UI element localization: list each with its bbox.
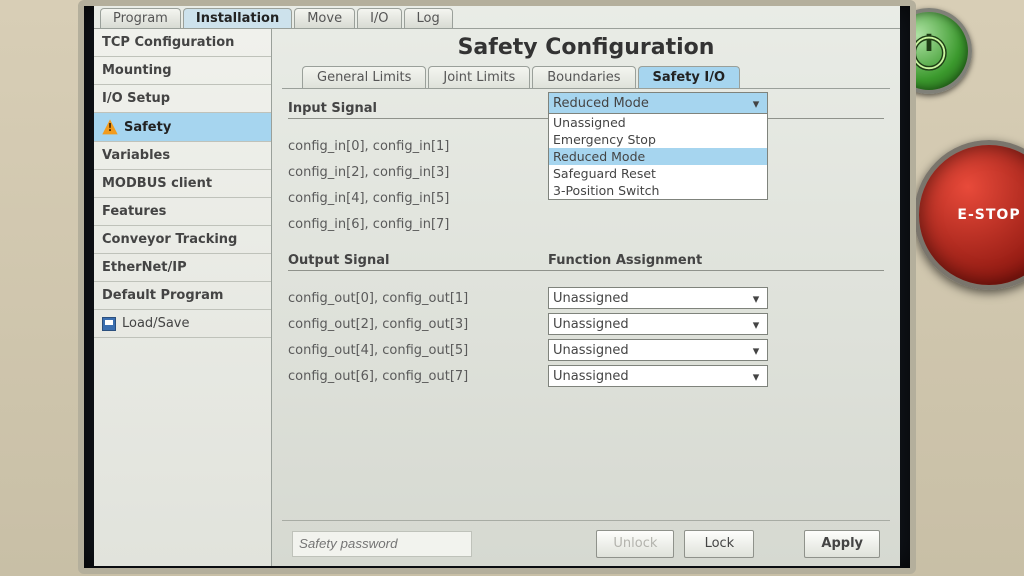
output-signal-label: config_out[4], config_out[5] [288,343,548,358]
dropdown-value: Unassigned [553,291,629,306]
input-signal-label: config_in[0], config_in[1] [288,139,548,154]
output-signal-label: config_out[6], config_out[7] [288,369,548,384]
output-section-header: Output Signal Function Assignment [288,253,884,271]
output-function-dropdown-0[interactable]: Unassigned ▾ [548,287,768,309]
chevron-down-icon: ▾ [748,369,764,385]
output-signal-heading: Output Signal [288,253,548,268]
input-function-dropdown-0[interactable]: Reduced Mode ▾ [548,92,768,114]
chevron-down-icon: ▾ [748,317,764,333]
warning-icon: ! [102,119,118,135]
chevron-down-icon: ▾ [748,291,764,307]
sidebar-item-label: Safety [124,120,171,135]
sidebar-item-safety[interactable]: ! Safety [94,113,271,142]
output-function-heading: Function Assignment [548,253,884,268]
sidebar-item-load-save[interactable]: Load/Save [94,310,271,338]
safety-password-input[interactable] [292,531,472,557]
tab-io[interactable]: I/O [357,8,401,28]
sidebar-item-conveyor-tracking[interactable]: Conveyor Tracking [94,226,271,254]
subtab-safety-io[interactable]: Safety I/O [638,66,740,88]
sidebar-item-tcp-configuration[interactable]: TCP Configuration [94,29,271,57]
sidebar-item-variables[interactable]: Variables [94,142,271,170]
dropdown-value: Unassigned [553,369,629,384]
dropdown-option[interactable]: Unassigned [549,114,767,131]
output-signal-label: config_out[0], config_out[1] [288,291,548,306]
apply-button[interactable]: Apply [804,530,880,558]
sidebar-item-features[interactable]: Features [94,198,271,226]
sidebar-item-mounting[interactable]: Mounting [94,57,271,85]
page-title: Safety Configuration [282,35,890,60]
top-tab-bar: Program Installation Move I/O Log [94,6,900,28]
input-signal-heading: Input Signal [288,101,548,116]
input-signal-label: config_in[4], config_in[5] [288,191,548,206]
sub-tab-bar: General Limits Joint Limits Boundaries S… [282,66,890,89]
tab-log[interactable]: Log [404,8,453,28]
unlock-button[interactable]: Unlock [596,530,674,558]
estop-label: E-STOP [957,207,1020,223]
physical-estop-button[interactable]: E-STOP [914,140,1024,290]
output-function-dropdown-1[interactable]: Unassigned ▾ [548,313,768,335]
tab-installation[interactable]: Installation [183,8,292,28]
dropdown-value: Unassigned [553,343,629,358]
lock-button[interactable]: Lock [684,530,754,558]
chevron-down-icon: ▾ [748,96,764,112]
subtab-boundaries[interactable]: Boundaries [532,66,635,88]
subtab-general-limits[interactable]: General Limits [302,66,426,88]
tab-move[interactable]: Move [294,8,355,28]
sidebar-item-ethernet-ip[interactable]: EtherNet/IP [94,254,271,282]
dropdown-value: Unassigned [553,317,629,332]
chevron-down-icon: ▾ [748,343,764,359]
output-signal-label: config_out[2], config_out[3] [288,317,548,332]
sidebar-item-modbus[interactable]: MODBUS client [94,170,271,198]
disk-icon [102,317,116,331]
dropdown-option[interactable]: 3-Position Switch [549,182,767,199]
dropdown-option[interactable]: Reduced Mode [549,148,767,165]
sidebar: TCP Configuration Mounting I/O Setup ! S… [94,29,272,566]
dropdown-option[interactable]: Safeguard Reset [549,165,767,182]
sidebar-item-label: Load/Save [122,316,189,331]
subtab-joint-limits[interactable]: Joint Limits [428,66,530,88]
input-signal-label: config_in[2], config_in[3] [288,165,548,180]
dropdown-value: Reduced Mode [553,96,649,111]
bottom-bar: Unlock Lock Apply [282,520,890,566]
output-function-dropdown-3[interactable]: Unassigned ▾ [548,365,768,387]
sidebar-item-default-program[interactable]: Default Program [94,282,271,310]
dropdown-option[interactable]: Emergency Stop [549,131,767,148]
input-signal-label: config_in[6], config_in[7] [288,217,548,232]
dropdown-options-popup: Unassigned Emergency Stop Reduced Mode S… [548,114,768,200]
output-function-dropdown-2[interactable]: Unassigned ▾ [548,339,768,361]
tab-program[interactable]: Program [100,8,181,28]
sidebar-item-io-setup[interactable]: I/O Setup [94,85,271,113]
